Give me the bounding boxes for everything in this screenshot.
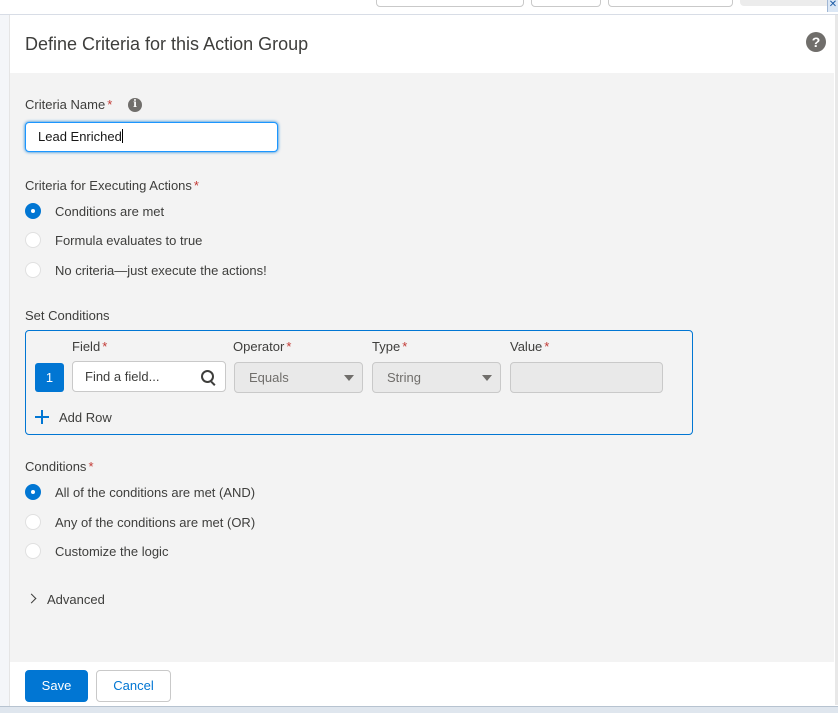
required-marker: * xyxy=(107,97,113,112)
text-caret xyxy=(121,129,123,143)
type-select[interactable]: String xyxy=(372,362,501,393)
toolbar-button[interactable] xyxy=(376,0,524,7)
close-icon[interactable]: ✕ xyxy=(827,0,838,12)
radio-icon[interactable] xyxy=(25,232,41,248)
column-header-operator: Operator * xyxy=(233,339,292,354)
cancel-button[interactable]: Cancel xyxy=(96,670,171,702)
chevron-down-icon xyxy=(482,375,492,381)
radio-icon[interactable] xyxy=(25,543,41,559)
column-header-value: Value * xyxy=(510,339,550,354)
required-marker: * xyxy=(88,459,94,474)
chevron-down-icon xyxy=(344,375,354,381)
advanced-label: Advanced xyxy=(47,592,105,607)
required-marker: * xyxy=(402,339,408,354)
toolbar-button[interactable] xyxy=(531,0,601,7)
criteria-exec-label: Criteria for Executing Actions * xyxy=(25,178,199,193)
conditions-builder: Field * Operator * Type * Value * 1 Find a f… xyxy=(25,330,693,435)
radio-checked-icon[interactable] xyxy=(25,484,41,500)
help-icon[interactable]: ? xyxy=(806,32,826,52)
modal-header: Define Criteria for this Action Group ? xyxy=(10,15,834,73)
radio-checked-icon[interactable] xyxy=(25,203,41,219)
save-button[interactable]: Save xyxy=(25,670,88,702)
set-conditions-label: Set Conditions xyxy=(25,308,110,323)
radio-icon[interactable] xyxy=(25,262,41,278)
criteria-name-value: Lead Enriched xyxy=(38,129,122,144)
radio-label: Any of the conditions are met (OR) xyxy=(55,515,256,530)
operator-value: Equals xyxy=(249,370,289,385)
column-header-field: Field * xyxy=(72,339,108,354)
toolbar-button[interactable] xyxy=(608,0,733,7)
value-input[interactable] xyxy=(510,362,663,393)
operator-select[interactable]: Equals xyxy=(234,362,363,393)
page-title: Define Criteria for this Action Group xyxy=(25,34,309,54)
left-gutter xyxy=(0,15,10,712)
required-marker: * xyxy=(193,178,199,193)
criteria-name-input[interactable]: Lead Enriched xyxy=(25,122,278,152)
radio-label: All of the conditions are met (AND) xyxy=(55,485,256,500)
radio-label: Conditions are met xyxy=(55,204,165,219)
modal-footer: Save Cancel xyxy=(10,662,709,706)
type-value: String xyxy=(387,370,421,385)
required-marker: * xyxy=(544,339,550,354)
column-header-type: Type * xyxy=(372,339,408,354)
required-marker: * xyxy=(102,339,108,354)
field-placeholder: Find a field... xyxy=(85,369,160,384)
radio-label: Customize the logic xyxy=(55,544,169,559)
toolbar-area xyxy=(740,0,838,6)
radio-label: No criteria—just execute the actions! xyxy=(55,263,267,278)
top-toolbar: ✕ xyxy=(0,0,838,15)
info-icon[interactable]: i xyxy=(128,98,142,112)
row-number-badge: 1 xyxy=(35,363,64,392)
required-marker: * xyxy=(286,339,292,354)
radio-icon[interactable] xyxy=(25,514,41,530)
radio-label: Formula evaluates to true xyxy=(55,233,203,248)
plus-icon xyxy=(35,410,49,424)
criteria-name-label: Criteria Name * xyxy=(25,97,113,112)
add-row-label: Add Row xyxy=(59,410,112,425)
conditions-label: Conditions * xyxy=(25,459,94,474)
search-icon[interactable] xyxy=(201,370,214,383)
field-search-input[interactable]: Find a field... xyxy=(72,361,226,392)
